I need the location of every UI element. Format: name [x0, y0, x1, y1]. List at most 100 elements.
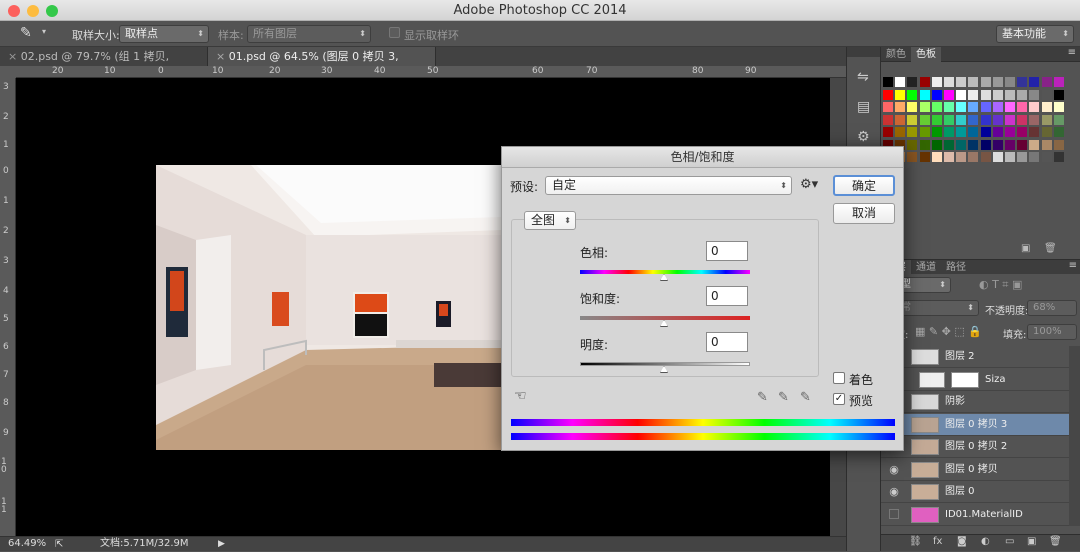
- panel-menu-icon[interactable]: ≡: [1069, 260, 1077, 271]
- color-swatch[interactable]: [1041, 89, 1052, 100]
- hue-slider[interactable]: [580, 270, 750, 274]
- saturation-slider[interactable]: [580, 316, 750, 320]
- layer-row[interactable]: 图层 0 拷贝 2: [881, 436, 1069, 458]
- layer-thumbnail[interactable]: [911, 416, 939, 433]
- hue-input[interactable]: 0: [706, 241, 748, 261]
- color-swatch[interactable]: [1053, 89, 1064, 100]
- color-swatch[interactable]: [1017, 114, 1028, 125]
- color-swatch[interactable]: [956, 127, 967, 137]
- tab-color[interactable]: 颜色: [881, 47, 911, 62]
- lightness-slider[interactable]: [580, 362, 750, 366]
- color-swatch[interactable]: [1005, 114, 1015, 125]
- color-swatch[interactable]: [944, 152, 954, 162]
- color-swatch[interactable]: [931, 139, 942, 150]
- color-swatch[interactable]: [944, 89, 954, 100]
- color-swatch[interactable]: [980, 127, 991, 137]
- zoom-level[interactable]: 64.49%: [8, 537, 46, 551]
- color-swatch[interactable]: [1041, 152, 1052, 162]
- layer-row[interactable]: ID01.MaterialID: [881, 504, 1069, 526]
- layer-row[interactable]: ◉ 图层 0: [881, 481, 1069, 503]
- layer-thumbnail[interactable]: [911, 439, 939, 455]
- color-swatch[interactable]: [968, 89, 979, 100]
- share-icon[interactable]: ⇱: [55, 538, 63, 552]
- color-swatch[interactable]: [883, 114, 893, 125]
- color-swatch[interactable]: [992, 139, 1003, 150]
- zoom-window-button[interactable]: [46, 5, 58, 17]
- color-swatch[interactable]: [1041, 127, 1052, 137]
- color-swatch[interactable]: [1053, 102, 1064, 112]
- color-swatch[interactable]: [1029, 89, 1040, 100]
- color-swatch[interactable]: [1041, 77, 1052, 87]
- color-swatch[interactable]: [931, 102, 942, 112]
- close-tab-icon[interactable]: ×: [8, 50, 21, 63]
- color-swatch[interactable]: [1017, 127, 1028, 137]
- color-swatch[interactable]: [1017, 89, 1028, 100]
- show-ring-checkbox[interactable]: [389, 27, 400, 38]
- color-swatch[interactable]: [883, 127, 893, 137]
- properties-icon[interactable]: ⚙: [857, 129, 870, 145]
- lightness-input[interactable]: 0: [706, 332, 748, 352]
- color-swatch[interactable]: [883, 89, 893, 100]
- tab-01-psd[interactable]: × 01.psd @ 64.5% (图层 0 拷贝 3, RGB/8#): [208, 47, 436, 82]
- add-mask-icon[interactable]: ◙: [957, 536, 967, 547]
- color-swatch[interactable]: [1053, 77, 1064, 87]
- color-swatch[interactable]: [907, 114, 918, 125]
- tool-preset-chevron-icon[interactable]: ▾: [42, 27, 46, 36]
- color-swatch[interactable]: [919, 102, 930, 112]
- new-layer-icon[interactable]: ▣: [1027, 536, 1036, 547]
- layer-thumbnail[interactable]: [911, 484, 939, 500]
- color-swatch[interactable]: [1005, 89, 1015, 100]
- color-swatch[interactable]: [931, 89, 942, 100]
- ruler-origin[interactable]: [0, 66, 16, 78]
- color-swatch[interactable]: [992, 114, 1003, 125]
- color-swatch[interactable]: [919, 77, 930, 87]
- close-tab-icon[interactable]: ×: [216, 50, 229, 63]
- color-swatch[interactable]: [1029, 127, 1040, 137]
- color-swatch[interactable]: [1017, 152, 1028, 162]
- color-swatch[interactable]: [1053, 114, 1064, 125]
- color-swatch[interactable]: [956, 77, 967, 87]
- color-swatch[interactable]: [992, 152, 1003, 162]
- color-swatch[interactable]: [919, 89, 930, 100]
- filter-icons[interactable]: ◐ T ⌗ ▣: [979, 278, 1022, 292]
- color-swatch[interactable]: [968, 127, 979, 137]
- color-swatch[interactable]: [1005, 127, 1015, 137]
- color-swatch[interactable]: [895, 89, 906, 100]
- eye-icon[interactable]: ◉: [887, 463, 901, 476]
- minimize-window-button[interactable]: [27, 5, 39, 17]
- color-swatch[interactable]: [980, 152, 991, 162]
- new-swatch-icon[interactable]: ▣: [1021, 243, 1030, 254]
- color-swatch[interactable]: [1029, 114, 1040, 125]
- color-swatch[interactable]: [919, 114, 930, 125]
- layer-mask-thumbnail[interactable]: [951, 371, 979, 388]
- color-swatch[interactable]: [968, 77, 979, 87]
- color-swatch[interactable]: [968, 152, 979, 162]
- color-swatch[interactable]: [1041, 139, 1052, 150]
- saturation-input[interactable]: 0: [706, 286, 748, 306]
- color-swatch[interactable]: [1041, 114, 1052, 125]
- delete-swatch-icon[interactable]: 🗑: [1044, 243, 1057, 254]
- preview-checkbox[interactable]: ✓: [833, 393, 845, 405]
- tab-swatches[interactable]: 色板: [911, 47, 941, 62]
- color-swatch[interactable]: [992, 127, 1003, 137]
- layers-scrollbar[interactable]: [1069, 346, 1080, 526]
- color-swatch[interactable]: [992, 77, 1003, 87]
- color-swatch[interactable]: [931, 77, 942, 87]
- color-swatch[interactable]: [956, 102, 967, 112]
- color-swatch[interactable]: [1041, 102, 1052, 112]
- color-swatch[interactable]: [919, 127, 930, 137]
- new-group-icon[interactable]: ▭: [1005, 536, 1014, 547]
- sample-select[interactable]: 所有图层 ⬍: [247, 25, 371, 43]
- layer-row[interactable]: 图层 0 拷贝 3: [881, 413, 1069, 436]
- color-swatch[interactable]: [980, 114, 991, 125]
- color-swatch[interactable]: [931, 152, 942, 162]
- color-swatch[interactable]: [895, 102, 906, 112]
- fill-field[interactable]: 100%: [1027, 324, 1077, 340]
- color-swatch[interactable]: [944, 77, 954, 87]
- layer-row[interactable]: 图层 2: [881, 346, 1069, 368]
- color-swatch[interactable]: [944, 114, 954, 125]
- swatch-grid[interactable]: [883, 77, 1069, 167]
- color-swatch[interactable]: [883, 77, 893, 87]
- status-menu-arrow-icon[interactable]: ▶: [218, 537, 225, 551]
- color-swatch[interactable]: [907, 127, 918, 137]
